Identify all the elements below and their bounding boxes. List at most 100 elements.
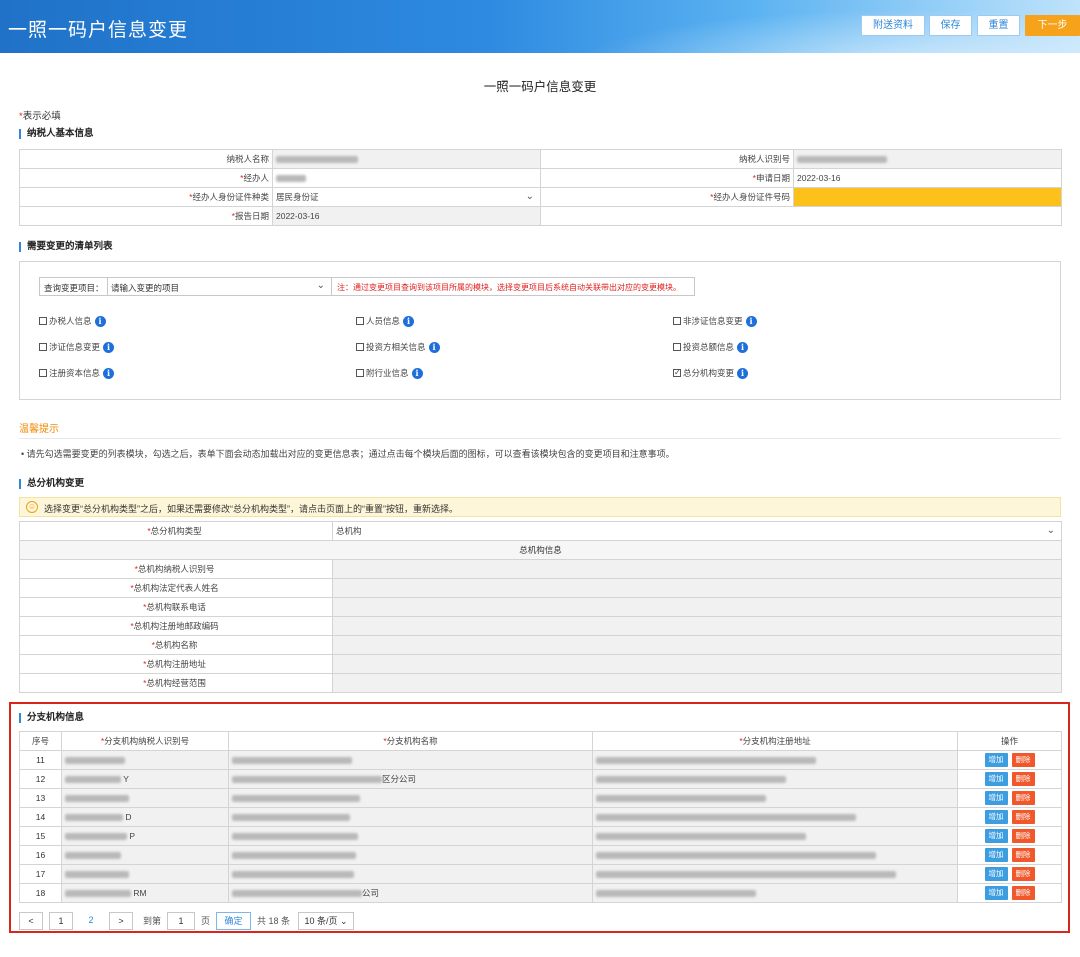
change-item-8[interactable]: ✓ 总分机构变更 i	[673, 367, 749, 379]
row-addr-cell[interactable]	[592, 826, 958, 846]
info-icon[interactable]: i	[428, 341, 440, 353]
checkbox[interactable]	[39, 369, 47, 377]
add-row-button[interactable]: 增加	[984, 753, 1008, 767]
agent-input[interactable]	[272, 168, 541, 188]
delete-row-button[interactable]: 删除	[1011, 772, 1035, 786]
info-icon[interactable]: i	[103, 341, 115, 353]
query-select[interactable]: 查询变更项目： 请输入变更的项目 ⌄	[39, 277, 332, 296]
checkbox[interactable]	[356, 343, 364, 351]
checkbox-checked[interactable]: ✓	[673, 369, 681, 377]
change-item-4[interactable]: 投资方相关信息 i	[356, 341, 440, 353]
table-row: 12 Y 区分公司 增加 删除	[19, 769, 1062, 789]
row-id-cell[interactable]	[61, 750, 229, 770]
delete-row-button[interactable]: 删除	[1011, 791, 1035, 805]
hq-type-select[interactable]: 总机构 ⌄	[332, 521, 1062, 541]
row-seq: 11	[19, 750, 62, 770]
checkbox[interactable]	[356, 317, 364, 325]
info-icon[interactable]: i	[411, 367, 423, 379]
info-icon[interactable]: i	[94, 315, 106, 327]
hq-field-label: *总机构法定代表人姓名	[19, 578, 333, 598]
add-row-button[interactable]: 增加	[984, 886, 1008, 900]
next-button[interactable]: 下一步	[1025, 15, 1080, 36]
checkbox[interactable]	[356, 369, 364, 377]
row-addr-cell[interactable]	[592, 750, 958, 770]
row-id-cell[interactable]	[61, 788, 229, 808]
id-type-select[interactable]: 居民身份证 ⌄	[272, 187, 541, 207]
add-row-button[interactable]: 增加	[984, 772, 1008, 786]
delete-row-button[interactable]: 删除	[1011, 867, 1035, 881]
row-addr-cell[interactable]	[592, 807, 958, 827]
info-icon[interactable]: i	[737, 341, 749, 353]
hq-field-input[interactable]	[332, 673, 1062, 693]
delete-row-button[interactable]: 删除	[1011, 753, 1035, 767]
reset-button[interactable]: 重置	[977, 15, 1020, 36]
row-name-cell[interactable]	[228, 826, 593, 846]
row-addr-cell[interactable]	[592, 845, 958, 865]
delete-row-button[interactable]: 删除	[1011, 848, 1035, 862]
change-item-0[interactable]: 办税人信息 i	[39, 315, 106, 327]
page-size-select[interactable]: 10 条/页 ⌄	[298, 911, 355, 930]
change-item-1[interactable]: 人员信息 i	[356, 315, 415, 327]
hq-field-input[interactable]	[332, 635, 1062, 655]
row-seq: 13	[19, 788, 62, 808]
row-name-cell[interactable]	[228, 845, 593, 865]
add-row-button[interactable]: 增加	[984, 848, 1008, 862]
add-row-button[interactable]: 增加	[984, 867, 1008, 881]
hq-field-input[interactable]	[332, 654, 1062, 674]
page-2-button[interactable]: 2	[79, 911, 103, 930]
row-name-cell[interactable]	[228, 750, 593, 770]
change-item-6[interactable]: 注册资本信息 i	[39, 367, 115, 379]
smile-icon: ☺	[26, 501, 38, 513]
hq-field-input[interactable]	[332, 559, 1062, 579]
row-name-cell[interactable]: 公司	[228, 883, 593, 903]
row-id-cell[interactable]	[61, 845, 229, 865]
add-row-button[interactable]: 增加	[984, 810, 1008, 824]
checkbox[interactable]	[673, 317, 681, 325]
row-ops: 增加 删除	[957, 750, 1062, 770]
info-icon[interactable]: i	[103, 367, 115, 379]
row-id-cell[interactable]	[61, 864, 229, 884]
info-icon[interactable]: i	[737, 367, 749, 379]
delete-row-button[interactable]: 删除	[1011, 810, 1035, 824]
delete-row-button[interactable]: 删除	[1011, 829, 1035, 843]
row-id-cell[interactable]: Y	[61, 769, 229, 789]
hq-field-input[interactable]	[332, 616, 1062, 636]
row-id-cell[interactable]: P	[61, 826, 229, 846]
hq-field-input[interactable]	[332, 578, 1062, 598]
row-name-cell[interactable]	[228, 788, 593, 808]
row-id-cell[interactable]: D	[61, 807, 229, 827]
row-name-cell[interactable]	[228, 864, 593, 884]
row-name-cell[interactable]	[228, 807, 593, 827]
id-no-input[interactable]	[793, 187, 1062, 207]
row-addr-cell[interactable]	[592, 769, 958, 789]
change-item-5[interactable]: 投资总额信息 i	[673, 341, 749, 353]
row-addr-cell[interactable]	[592, 864, 958, 884]
query-input[interactable]: 请输入变更的项目	[107, 278, 332, 295]
prev-page-button[interactable]: <	[19, 911, 43, 930]
goto-input[interactable]: 1	[167, 911, 196, 930]
change-item-7[interactable]: 附行业信息 i	[356, 367, 423, 379]
page-1-button[interactable]: 1	[49, 911, 73, 930]
add-row-button[interactable]: 增加	[984, 791, 1008, 805]
row-name-cell[interactable]: 区分公司	[228, 769, 593, 789]
delete-row-button[interactable]: 删除	[1011, 886, 1035, 900]
checkbox[interactable]	[39, 317, 47, 325]
row-addr-cell[interactable]	[592, 788, 958, 808]
change-item-3[interactable]: 涉证信息变更 i	[39, 341, 115, 353]
save-button[interactable]: 保存	[929, 15, 972, 36]
attach-button[interactable]: 附送资料	[861, 15, 925, 36]
row-seq: 17	[19, 864, 62, 884]
info-icon[interactable]: i	[403, 315, 415, 327]
row-id-cell[interactable]: RM	[61, 883, 229, 903]
info-icon[interactable]: i	[745, 315, 757, 327]
checkbox[interactable]	[673, 343, 681, 351]
next-page-button[interactable]: >	[109, 911, 133, 930]
add-row-button[interactable]: 增加	[984, 829, 1008, 843]
section-title-hq: 总分机构变更	[19, 479, 84, 489]
row-addr-cell[interactable]	[592, 883, 958, 903]
change-item-2[interactable]: 非涉证信息变更 i	[673, 315, 757, 327]
confirm-button[interactable]: 确定	[216, 911, 252, 930]
checkbox[interactable]	[39, 343, 47, 351]
hq-field-input[interactable]	[332, 597, 1062, 617]
id-type-label: *经办人身份证件种类	[19, 187, 273, 207]
